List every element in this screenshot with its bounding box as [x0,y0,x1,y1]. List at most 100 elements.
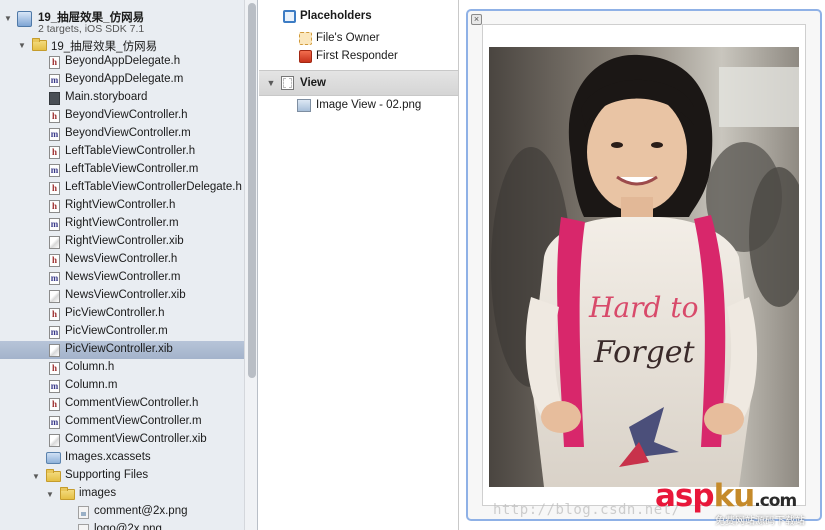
file-row[interactable]: h NewsViewController.h [0,251,244,269]
file-name-label: Main.storyboard [65,91,148,103]
group-label: 19_抽屉效果_仿网易 [51,41,158,53]
file-row[interactable]: m CommentViewController.m [0,413,244,431]
group-row[interactable]: ▼ 19_抽屉效果_仿网易 [0,36,244,54]
disclosure-triangle-icon[interactable]: ▼ [266,78,276,88]
outline-view-row[interactable]: ▼ View [259,70,458,96]
view-icon [281,76,294,90]
header-file-icon: h [49,398,60,411]
navigator-scrollbar[interactable] [244,0,257,530]
source-file-icon: m [49,164,60,177]
file-row[interactable]: m BeyondViewController.m [0,125,244,143]
file-row[interactable]: h LeftTableViewControllerDelegate.h [0,179,244,197]
file-row[interactable]: h CommentViewController.h [0,395,244,413]
disclosure-triangle-icon[interactable]: ▼ [45,490,55,499]
header-file-icon: h [49,254,60,267]
close-icon[interactable]: × [471,14,482,25]
image-file-row[interactable]: logo@2x.png [0,521,244,530]
file-name-label: PicViewController.xib [65,343,173,355]
file-name-label: NewsViewController.xib [65,289,186,301]
source-file-icon: m [49,272,60,285]
interface-builder-canvas[interactable]: × Hard to Forget [460,0,825,530]
header-file-icon: h [49,200,60,213]
project-subtitle: 2 targets, iOS SDK 7.1 [38,23,145,35]
file-name-label: BeyondAppDelegate.m [65,73,184,85]
file-row[interactable]: h PicViewController.h [0,305,244,323]
disclosure-triangle-icon[interactable]: ▼ [31,472,41,481]
watermark-url: http://blog.csdn.net/ [493,502,681,518]
file-name-label: BeyondViewController.h [65,109,188,121]
file-row[interactable]: h BeyondAppDelegate.h [0,53,244,71]
file-row[interactable]: m Column.m [0,377,244,395]
source-file-icon: m [49,326,60,339]
placeholders-cube-icon [283,10,296,23]
file-row[interactable]: m NewsViewController.m [0,269,244,287]
outline-item-image-view[interactable]: Image View - 02.png [259,96,458,116]
xib-file-icon [49,236,60,249]
file-name-label: logo@2x.png [94,523,162,530]
asset-catalog-icon [46,452,61,464]
supporting-files-row[interactable]: ▼ Supporting Files [0,467,244,485]
file-row[interactable]: m BeyondAppDelegate.m [0,71,244,89]
file-row[interactable]: m LeftTableViewController.m [0,161,244,179]
first-responder-icon [299,50,312,63]
header-file-icon: h [49,146,60,159]
source-file-icon: m [49,74,60,87]
image-file-row[interactable]: comment@2x.png [0,503,244,521]
storyboard-file-icon [49,92,60,105]
folder-icon [32,38,47,51]
photo-image: Hard to Forget [489,47,799,487]
images-folder-label: images [79,487,117,499]
file-row[interactable]: CommentViewController.xib [0,431,244,449]
file-name-label: Column.m [65,379,118,391]
outline-item-files-owner[interactable]: File's Owner [259,29,458,49]
watermark-subtitle: 免费网站源码下载站 [715,516,805,527]
view-frame[interactable]: × Hard to Forget [466,9,822,521]
files-owner-icon [299,32,312,45]
file-row[interactable]: h LeftTableViewController.h [0,143,244,161]
scrollbar-thumb[interactable] [248,3,256,378]
file-name-label: LeftTableViewController.h [65,145,196,157]
outline-item-first-responder[interactable]: First Responder [259,47,458,67]
file-row[interactable]: m PicViewController.m [0,323,244,341]
file-row[interactable]: RightViewController.xib [0,233,244,251]
image-view[interactable]: Hard to Forget [482,24,806,506]
png-file-icon [78,524,89,530]
watermark-logo-ku: ku [713,478,756,514]
placeholders-title: Placeholders [300,10,372,22]
file-name-label: NewsViewController.m [65,271,181,283]
file-row[interactable]: m RightViewController.m [0,215,244,233]
source-file-icon: m [49,380,60,393]
file-name-label: Column.h [65,361,115,373]
file-row[interactable]: h RightViewController.h [0,197,244,215]
file-row[interactable]: PicViewController.xib [0,341,244,359]
files-owner-label: File's Owner [316,32,380,44]
file-name-label: comment@2x.png [94,505,188,517]
file-row[interactable]: h BeyondViewController.h [0,107,244,125]
xib-file-icon [49,344,60,357]
project-root-row[interactable]: ▼ 19_抽屉效果_仿网易 2 targets, iOS SDK 7.1 [0,4,244,35]
svg-text:Forget: Forget [593,335,696,370]
file-name-label: CommentViewController.m [65,415,202,427]
view-label: View [300,77,326,89]
file-row[interactable]: h Column.h [0,359,244,377]
header-file-icon: h [49,308,60,321]
source-file-icon: m [49,128,60,141]
source-file-icon: m [49,416,60,429]
png-file-icon [78,506,89,519]
placeholders-header[interactable]: Placeholders [259,7,458,27]
images-folder-row[interactable]: ▼ images [0,485,244,503]
folder-icon [60,487,75,500]
header-file-icon: h [49,182,60,195]
xib-file-icon [49,434,60,447]
disclosure-triangle-icon[interactable]: ▼ [3,14,13,23]
svg-text:Hard to: Hard to [588,291,698,324]
image-view-label: Image View - 02.png [316,99,422,111]
file-name-label: CommentViewController.h [65,397,199,409]
file-name-label: RightViewController.xib [65,235,184,247]
file-row[interactable]: Main.storyboard [0,89,244,107]
file-row[interactable]: Images.xcassets [0,449,244,467]
file-row[interactable]: NewsViewController.xib [0,287,244,305]
image-view-icon [297,99,311,112]
folder-icon [46,469,61,482]
disclosure-triangle-icon[interactable]: ▼ [17,41,27,50]
